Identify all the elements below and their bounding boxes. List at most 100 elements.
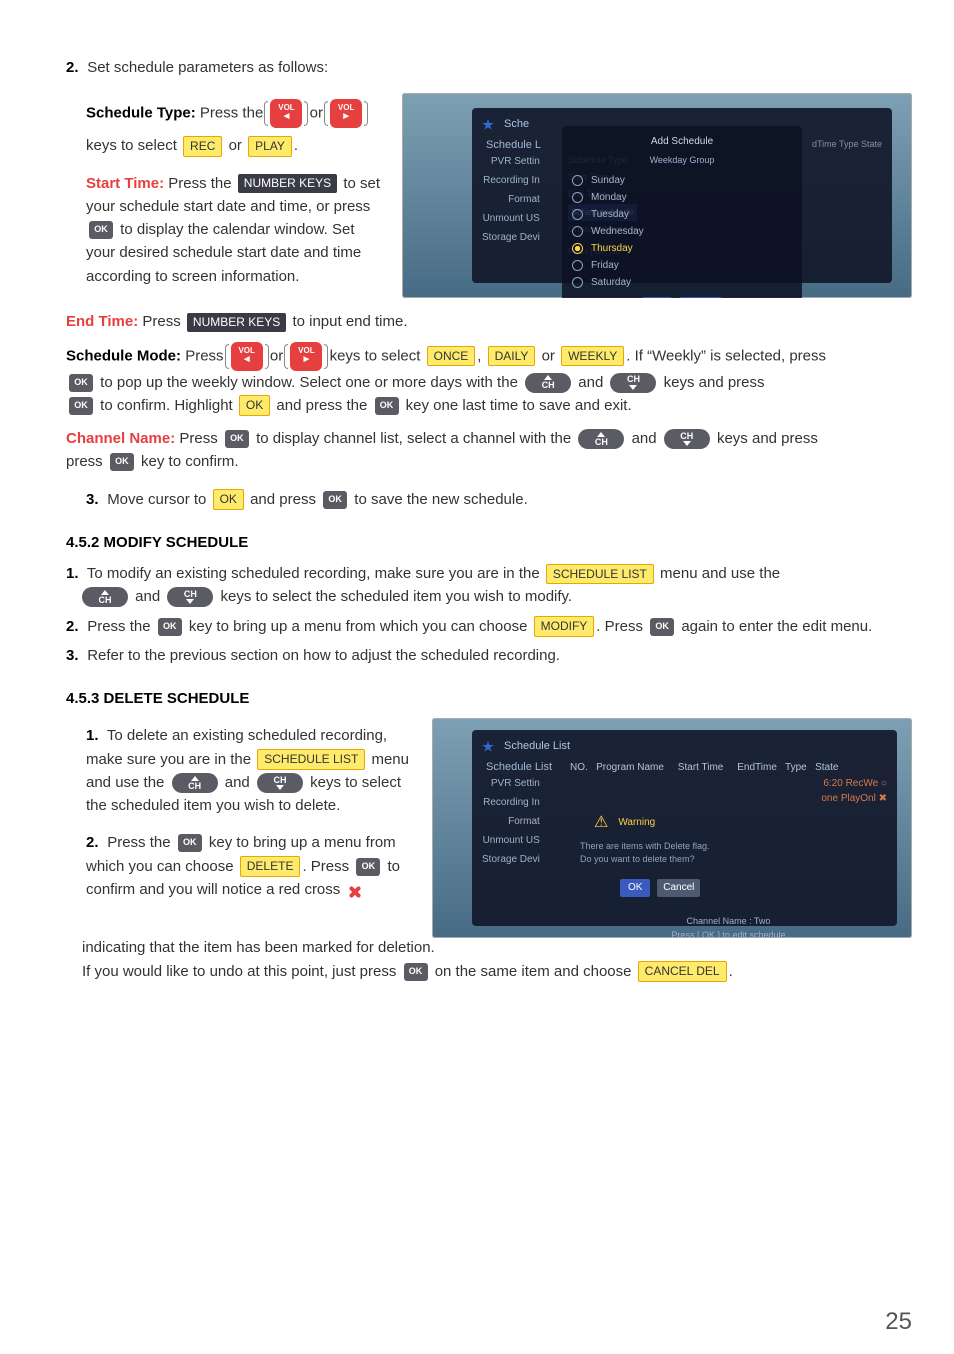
label-start-time: Start Time: (86, 175, 164, 192)
tv-sidebar-item: PVR Settin (482, 774, 540, 793)
star-icon (482, 741, 494, 753)
ok-key-icon: OK (178, 834, 202, 852)
day-label: Saturday (591, 274, 631, 291)
ok-option: OK (213, 489, 244, 510)
ss2-warn-msg1: There are items with Delete flag. (580, 840, 887, 854)
step-num: 2. (66, 59, 79, 76)
vol-left-key-icon: VOL◄ (270, 99, 302, 128)
heading-452: 4.5.2 MODIFY SCHEDULE (66, 531, 912, 554)
ss2-warn-msg2: Do you want to delete them? (580, 853, 887, 867)
or-text: or (310, 105, 323, 122)
ch-up-key-icon: CH (578, 429, 624, 449)
tv-sidebar-item: PVR Settin (482, 152, 540, 171)
cn-and: and (632, 430, 657, 447)
ss2-warning: ⚠ Warning (594, 811, 887, 836)
radio-icon (572, 260, 583, 271)
tv-add-schedule-popup: Add Schedule Weekday Group Sunday Monday… (562, 126, 802, 298)
tv-sidebar-item: Unmount US (482, 831, 540, 850)
day-row: Thursday (572, 240, 792, 257)
tv-partial-title: Sche (504, 116, 529, 133)
ch-down-key-icon: CH (257, 773, 303, 793)
popup-buttons: OK Cancel (572, 291, 792, 299)
ss2-row-right2: one PlayOnl ✖ (570, 791, 887, 807)
s452-item-1: 1. To modify an existing scheduled recor… (66, 562, 912, 609)
step-num: 1. (66, 565, 79, 582)
label-end-time: End Time: (66, 313, 138, 330)
ss2-footer: Channel Name : Two (570, 915, 887, 929)
ok-key-icon: OK (225, 430, 249, 448)
delete-two-col: 1. To delete an existing scheduled recor… (86, 718, 912, 938)
ss2-title-row: Schedule List (482, 738, 570, 755)
tv-far-cols: dTime Type State (812, 138, 882, 152)
popup-sub: Weekday Group (572, 154, 792, 168)
channel-name-block: Channel Name: Press OK to display channe… (66, 427, 912, 474)
schedule-list-option: SCHEDULE LIST (257, 749, 365, 770)
ok-key-icon: OK (650, 618, 674, 636)
sm-after-weekly: . If “Weekly” is selected, press (626, 347, 826, 364)
cn-confirm: key to confirm. (141, 453, 239, 470)
day-label: Friday (591, 257, 619, 274)
s453-item-2-cont: indicating that the item has been marked… (66, 936, 912, 983)
number-keys-badge-2: NUMBER KEYS (187, 313, 286, 332)
ss2-table-area: NO. Program Name Start Time EndTime Type… (570, 760, 887, 938)
s453-2-g: on the same item and choose (435, 963, 632, 980)
screenshot-delete-schedule: Schedule List Schedule List PVR Settin R… (432, 718, 912, 938)
ch-down-key-icon: CH (610, 373, 656, 393)
day-row: Sunday (572, 172, 792, 189)
ok-key-icon: OK (158, 618, 182, 636)
step-3: 3. Move cursor to OK and press OK to sav… (66, 488, 912, 511)
ok-option: OK (239, 395, 270, 416)
top-two-col: Schedule Type: Press the VOL◄ or VOL► ke… (86, 93, 912, 298)
step-2-text: Set schedule parameters as follows: (87, 59, 328, 76)
radio-icon (572, 277, 583, 288)
ch-up-key-icon: CH (525, 373, 571, 393)
ok-key-icon: OK (69, 397, 93, 415)
vol-right-key-icon: VOL► (330, 99, 362, 128)
day-label: Wednesday (591, 223, 644, 240)
ss2-cols: NO. Program Name Start Time EndTime Type… (570, 760, 887, 776)
schedule-type-line2: keys to select REC or PLAY. (86, 134, 384, 157)
end-time-after: to input end time. (292, 313, 407, 330)
radio-icon (572, 226, 583, 237)
end-time-press: Press (142, 313, 180, 330)
cn-press: Press (179, 430, 217, 447)
ok-key-icon: OK (89, 221, 113, 239)
label-schedule-type: Schedule Type: (86, 105, 196, 122)
s452-item-3: 3. Refer to the previous section on how … (66, 644, 912, 667)
delete-left: 1. To delete an existing scheduled recor… (86, 718, 414, 907)
top-left-col: Schedule Type: Press the VOL◄ or VOL► ke… (86, 93, 384, 294)
ok-key-icon: OK (69, 374, 93, 392)
ss2-ok: OK (620, 879, 650, 897)
rec-option: REC (183, 136, 222, 157)
tv-sidebar-item: Recording In (482, 171, 540, 190)
s453-2-e: indicating that the item has been marked… (82, 939, 435, 956)
end-time-line: End Time: Press NUMBER KEYS to input end… (66, 310, 912, 333)
sm-press: Press (185, 347, 223, 364)
ch-down-key-icon: CH (664, 429, 710, 449)
s452-2-b: key to bring up a menu from which you ca… (189, 618, 528, 635)
day-row: Tuesday (572, 206, 792, 223)
start-time-display: to display the calendar window. Set your… (86, 221, 361, 285)
day-row: Friday (572, 257, 792, 274)
tv-sidebar-item: Format (482, 812, 540, 831)
tv-sidebar-item: Storage Devi (482, 228, 540, 247)
s453-item-1: 1. To delete an existing scheduled recor… (86, 724, 414, 817)
sm-or: or (270, 347, 283, 364)
ss2-sidebar: PVR Settin Recording In Format Unmount U… (482, 774, 540, 869)
step-num: 2. (66, 618, 79, 635)
day-label: Sunday (591, 172, 625, 189)
day-label-selected: Thursday (591, 240, 633, 257)
s3-c: to save the new schedule. (354, 491, 527, 508)
s453-item-2: 2. Press the OK key to bring up a menu f… (86, 831, 414, 901)
day-row: Monday (572, 189, 792, 206)
step-num: 1. (86, 727, 99, 744)
tv-menu-title-row: Sche (482, 116, 529, 133)
step-num: 3. (66, 647, 79, 664)
s452-2-c: . Press (596, 618, 643, 635)
ok-key-icon: OK (356, 858, 380, 876)
radio-icon (572, 175, 583, 186)
popup-ok-btn: OK (642, 297, 672, 299)
weekly-option: WEEKLY (561, 346, 624, 367)
s453-2-a: Press the (107, 834, 170, 851)
sm-last: key one last time to save and exit. (406, 397, 632, 414)
